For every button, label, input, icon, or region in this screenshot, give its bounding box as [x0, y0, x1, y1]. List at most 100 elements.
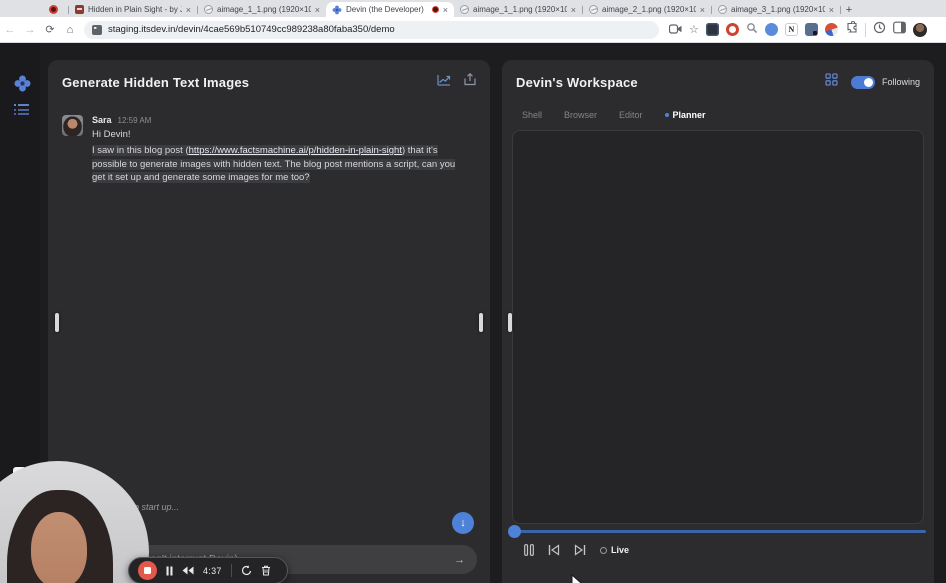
message-body: I saw in this blog post (https://www.fac… [92, 144, 470, 185]
close-icon[interactable]: × [829, 5, 834, 15]
close-icon[interactable]: × [315, 5, 320, 15]
arrow-down-icon: ↓ [460, 517, 466, 529]
extension-icon-1[interactable] [705, 23, 719, 36]
grid-layout-icon[interactable] [825, 73, 838, 91]
image-favicon [460, 5, 469, 14]
tab-capture-icon[interactable] [668, 21, 682, 39]
recorder-toolbar: 4:37 [128, 557, 288, 583]
tab-blog-post[interactable]: Hidden in Plain Sight - by Jer × [69, 2, 197, 17]
toggle-knob [863, 77, 873, 87]
live-button[interactable]: Live [600, 545, 629, 555]
tab-label: Browser [564, 110, 598, 120]
workspace-header: Devin's Workspace Following [502, 60, 934, 91]
site-info-icon[interactable] [92, 24, 102, 35]
tab-browser[interactable]: Browser [564, 110, 597, 120]
extensions-puzzle-icon[interactable] [845, 20, 858, 39]
tab-label: Planner [672, 110, 706, 120]
tab-aimage-2-1[interactable]: aimage_2_1.png (1920×1080) × [583, 2, 711, 17]
rewind-icon[interactable] [182, 566, 194, 575]
extension-icon-opera[interactable] [725, 23, 739, 36]
new-tab-button[interactable]: + [841, 2, 857, 17]
tab-aimage-1-1-a[interactable]: aimage_1_1.png (1920×1080) × [198, 2, 326, 17]
chat-message: Sara 12:59 AM Hi Devin! I saw in this bl… [62, 115, 476, 185]
workspace-panel: Devin's Workspace Following Shell Browse… [502, 60, 934, 583]
address-bar[interactable]: staging.itsdev.in/devin/4cae569b510749cc… [84, 20, 659, 39]
image-favicon [589, 5, 598, 14]
tab-label: Shell [522, 110, 543, 120]
reload-icon[interactable]: ⟳ [40, 23, 60, 36]
tab-shell[interactable]: Shell [522, 110, 542, 120]
active-dot-icon [664, 113, 669, 117]
side-panel-icon[interactable] [892, 21, 906, 39]
back-icon[interactable]: ← [0, 24, 20, 36]
toolbar-divider [864, 22, 866, 37]
history-clock-icon[interactable] [873, 21, 886, 39]
following-toggle[interactable] [850, 75, 875, 89]
extension-icon-magnifier[interactable] [746, 21, 758, 39]
extension-icon-blue[interactable] [764, 23, 778, 36]
restart-recording-icon[interactable] [241, 565, 252, 576]
image-favicon [718, 5, 727, 14]
message-author: Sara [92, 115, 112, 125]
tab-title: aimage_3_1.png (1920×1080) [731, 5, 825, 14]
skip-back-button[interactable] [548, 544, 560, 556]
extension-icon-lock[interactable] [804, 23, 818, 36]
substack-favicon [75, 5, 84, 14]
resize-handle-right[interactable] [508, 313, 512, 332]
recording-indicator-pinned[interactable] [38, 2, 68, 17]
browser-toolbar: ← → ⟳ ⌂ staging.itsdev.in/devin/4cae569b… [0, 17, 946, 43]
chat-panel-header: Generate Hidden Text Images [48, 60, 490, 91]
blog-post-link[interactable]: https://www.factsmachine.ai/p/hidden-in-… [188, 145, 402, 156]
tab-title: aimage_1_1.png (1920×1080) [473, 5, 567, 14]
playback-controls: Live [524, 542, 629, 558]
close-icon[interactable]: × [443, 5, 448, 15]
forward-icon[interactable]: → [20, 24, 40, 36]
playback-scrubber-handle[interactable] [508, 525, 521, 538]
delete-recording-icon[interactable] [261, 565, 271, 576]
tab-title: aimage_2_1.png (1920×1080) [602, 5, 696, 14]
resize-handle-middle[interactable] [479, 313, 483, 332]
tab-label: Editor [619, 110, 643, 120]
activity-chart-icon[interactable] [437, 73, 451, 91]
share-icon[interactable] [464, 72, 476, 91]
tab-aimage-1-1-b[interactable]: aimage_1_1.png (1920×1080) × [454, 2, 582, 17]
playback-progress-bar[interactable] [512, 530, 926, 533]
close-icon[interactable]: × [571, 5, 576, 15]
skip-forward-button[interactable] [574, 544, 586, 556]
toolbar-right: ☆ N [668, 20, 927, 39]
scroll-to-bottom-button[interactable]: ↓ [452, 512, 474, 534]
home-icon[interactable]: ⌂ [60, 24, 80, 36]
message-greeting: Hi Devin! [92, 129, 131, 140]
following-label: Following [881, 77, 920, 87]
recorder-divider [230, 564, 232, 577]
tab-aimage-3-1[interactable]: aimage_3_1.png (1920×1080) × [712, 2, 840, 17]
tab-devin-active[interactable]: Devin (the Developer) × [326, 2, 454, 17]
send-icon[interactable]: → [454, 554, 465, 566]
tab-planner[interactable]: Planner [664, 110, 706, 120]
record-icon [48, 5, 58, 14]
extension-icon-notion[interactable]: N [784, 23, 798, 36]
image-favicon [204, 5, 213, 14]
close-icon[interactable]: × [700, 5, 705, 15]
planner-content [512, 130, 924, 524]
stop-recording-button[interactable] [138, 561, 157, 580]
workspace-header-icons: Following [825, 73, 920, 91]
browser-tabstrip: Hidden in Plain Sight - by Jer × aimage_… [0, 0, 946, 17]
tab-title: Devin (the Developer) [346, 5, 424, 14]
devin-logo-icon[interactable] [14, 75, 31, 92]
message-text: I saw in this blog post ( [92, 145, 189, 156]
extension-icon-pinwheel[interactable] [824, 23, 838, 36]
close-icon[interactable]: × [186, 5, 191, 15]
pause-recording-button[interactable] [166, 566, 173, 576]
bookmark-star-icon[interactable]: ☆ [689, 23, 699, 36]
tab-editor[interactable]: Editor [619, 110, 643, 120]
webcam-person-face [30, 511, 88, 583]
screen: Hidden in Plain Sight - by Jer × aimage_… [0, 0, 946, 583]
pause-button[interactable] [524, 544, 534, 556]
resize-handle-left[interactable] [55, 313, 59, 332]
tab-recording-dot-icon [431, 6, 439, 13]
url-text: staging.itsdev.in/devin/4cae569b510749cc… [108, 24, 395, 35]
mouse-cursor [571, 573, 583, 583]
session-list-icon[interactable] [14, 103, 29, 115]
profile-avatar[interactable] [912, 22, 927, 37]
